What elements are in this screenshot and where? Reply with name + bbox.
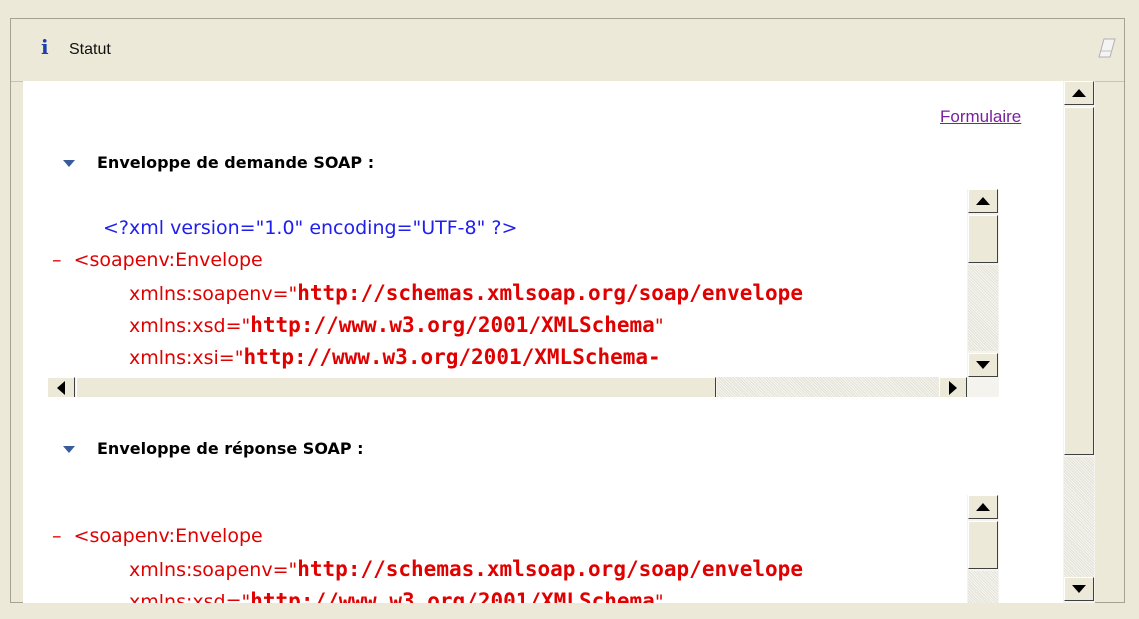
- scroll-track[interactable]: [968, 265, 998, 351]
- arrow-right-icon: [949, 381, 957, 395]
- request-section-heading[interactable]: Enveloppe de demande SOAP :: [63, 153, 374, 172]
- scroll-down-button[interactable]: [1064, 577, 1094, 601]
- arrow-up-icon: [976, 197, 990, 205]
- attr-line: xmlns:soapenv="http://schemas.xmlsoap.or…: [129, 281, 803, 305]
- response-code-view[interactable]: – <soapenv:Envelope xmlns:soapenv="http:…: [47, 473, 999, 603]
- attr-line: xmlns:xsd="http://www.w3.org/2001/XMLSch…: [129, 589, 664, 603]
- scroll-up-button[interactable]: [968, 495, 998, 519]
- request-heading-label: Enveloppe de demande SOAP :: [97, 153, 375, 172]
- scroll-thumb[interactable]: [1064, 107, 1094, 455]
- status-content: Formulaire Enveloppe de demande SOAP : <…: [23, 81, 1095, 603]
- attr-line: xmlns:xsd="http://www.w3.org/2001/XMLSch…: [129, 313, 664, 337]
- response-heading-label: Enveloppe de réponse SOAP :: [97, 439, 364, 458]
- info-icon: i: [41, 35, 49, 59]
- scroll-right-button[interactable]: [939, 377, 967, 397]
- response-vertical-scrollbar[interactable]: [967, 495, 999, 603]
- arrow-up-icon: [1072, 89, 1086, 97]
- request-vertical-scrollbar[interactable]: [967, 189, 999, 377]
- status-panel: i Statut Formulaire Enveloppe de demande…: [10, 18, 1125, 603]
- envelope-open-tag[interactable]: – <soapenv:Envelope: [52, 525, 263, 547]
- scroll-up-button[interactable]: [1064, 81, 1094, 105]
- collapse-triangle-icon[interactable]: [63, 446, 75, 453]
- scroll-left-button[interactable]: [47, 377, 75, 397]
- form-link[interactable]: Formulaire: [940, 107, 1021, 127]
- collapse-triangle-icon[interactable]: [63, 160, 75, 167]
- scroll-thumb[interactable]: [968, 215, 998, 263]
- scroll-track[interactable]: [717, 377, 939, 397]
- request-code-view[interactable]: <?xml version="1.0" encoding="UTF-8" ?> …: [47, 189, 999, 397]
- panel-title: Statut: [69, 41, 111, 58]
- xml-declaration: <?xml version="1.0" encoding="UTF-8" ?>: [103, 217, 518, 239]
- request-horizontal-scrollbar[interactable]: [47, 377, 999, 397]
- scroll-down-button[interactable]: [968, 353, 998, 377]
- outer-vertical-scrollbar[interactable]: [1063, 81, 1095, 603]
- arrow-down-icon: [976, 361, 990, 369]
- scroll-thumb[interactable]: [76, 377, 716, 397]
- scroll-up-button[interactable]: [968, 189, 998, 213]
- arrow-down-icon: [1072, 585, 1086, 593]
- scroll-track[interactable]: [1064, 457, 1094, 577]
- attr-line: xmlns:xsi="http://www.w3.org/2001/XMLSch…: [129, 345, 661, 369]
- arrow-up-icon: [976, 503, 990, 511]
- attr-line: xmlns:soapenv="http://schemas.xmlsoap.or…: [129, 557, 803, 581]
- scroll-thumb[interactable]: [968, 521, 998, 569]
- scroll-track[interactable]: [968, 571, 998, 603]
- eraser-icon[interactable]: [1098, 37, 1116, 59]
- envelope-open-tag[interactable]: – <soapenv:Envelope: [52, 249, 263, 271]
- panel-header: i Statut: [11, 19, 1124, 82]
- arrow-left-icon: [57, 381, 65, 395]
- response-section-heading[interactable]: Enveloppe de réponse SOAP :: [63, 439, 364, 458]
